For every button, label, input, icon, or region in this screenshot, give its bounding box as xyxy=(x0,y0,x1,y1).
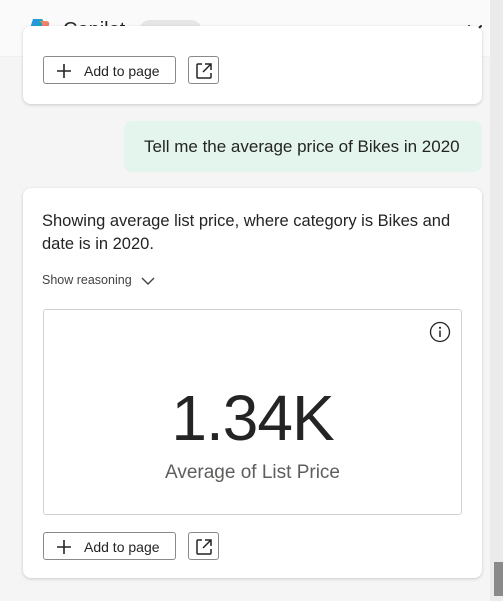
expand-icon xyxy=(196,539,212,555)
expand-icon xyxy=(196,63,212,79)
kpi-label: Average of List Price xyxy=(165,462,340,483)
chevron-down-icon xyxy=(141,277,155,285)
kpi-value: 1.34K xyxy=(171,382,334,454)
scrollbar-thumb[interactable] xyxy=(494,562,503,596)
plus-icon xyxy=(57,64,71,78)
expand-button[interactable] xyxy=(188,532,219,560)
add-to-page-button[interactable]: Add to page xyxy=(43,56,176,84)
scrollbar-track[interactable] xyxy=(490,0,503,601)
show-reasoning-label: Show reasoning xyxy=(42,273,132,287)
add-to-page-label: Add to page xyxy=(84,539,160,555)
previous-response-card: Add to page xyxy=(23,26,482,104)
info-icon[interactable] xyxy=(429,321,451,343)
add-to-page-label: Add to page xyxy=(84,63,160,79)
kpi-card-visual: 1.34K Average of List Price xyxy=(43,309,462,515)
expand-button[interactable] xyxy=(188,56,219,84)
copilot-response-card: Showing average list price, where catego… xyxy=(23,188,482,578)
user-message-bubble: Tell me the average price of Bikes in 20… xyxy=(124,121,482,172)
add-to-page-button[interactable]: Add to page xyxy=(43,532,176,560)
user-message-text: Tell me the average price of Bikes in 20… xyxy=(144,137,460,156)
plus-icon xyxy=(57,540,71,554)
show-reasoning-toggle[interactable]: Show reasoning xyxy=(42,273,155,287)
response-text: Showing average list price, where catego… xyxy=(42,212,451,253)
